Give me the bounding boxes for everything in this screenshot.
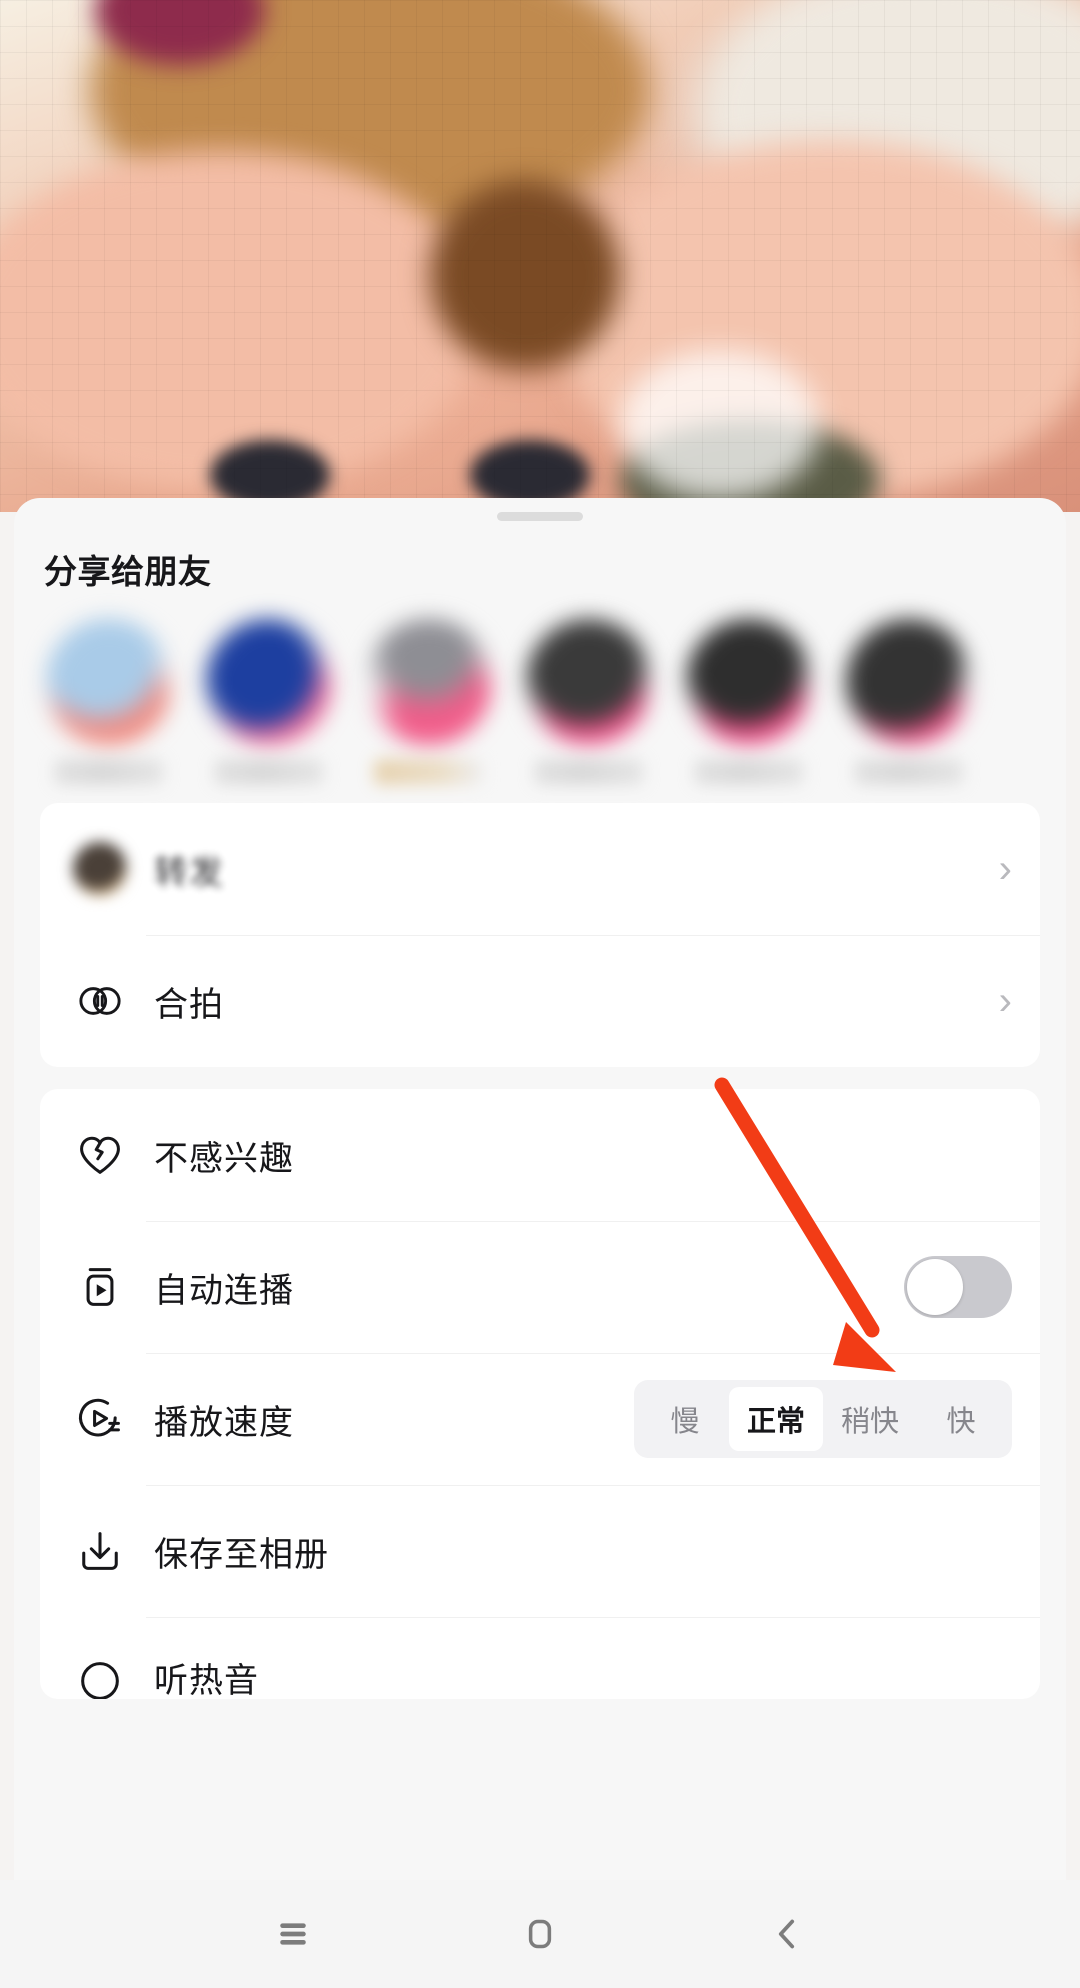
autoplay-icon bbox=[72, 1259, 128, 1315]
share-target-item[interactable] bbox=[680, 619, 818, 785]
broken-heart-icon bbox=[72, 1127, 128, 1183]
row-playback-speed[interactable]: 播放速度 慢 正常 稍快 快 bbox=[40, 1353, 1040, 1485]
chevron-right-icon: › bbox=[998, 979, 1012, 1023]
speed-option-slow[interactable]: 慢 bbox=[641, 1387, 729, 1451]
avatar-name bbox=[374, 759, 484, 785]
speed-option-faster[interactable]: 稍快 bbox=[823, 1387, 917, 1451]
avatar bbox=[526, 619, 652, 745]
avatar bbox=[686, 619, 812, 745]
speed-option-normal[interactable]: 正常 bbox=[728, 1387, 823, 1451]
avatar-name bbox=[694, 759, 804, 785]
drag-handle[interactable] bbox=[497, 512, 583, 521]
listen-icon bbox=[72, 1653, 128, 1699]
action-card-secondary: 不感兴趣 自动连播 播放速度 慢 正常 稍快 快 保存至相册 听热音 bbox=[40, 1089, 1040, 1699]
phone-screen: 分享给朋友 转发 › 合拍 › 不感兴趣 自动连播 播放速度 慢 正常 稍快 快… bbox=[0, 0, 1080, 1988]
row-label: 播放速度 bbox=[154, 1403, 294, 1442]
share-target-list[interactable] bbox=[14, 593, 1066, 803]
row-label: 保存至相册 bbox=[154, 1535, 329, 1574]
share-target-item[interactable] bbox=[520, 619, 658, 785]
avatar bbox=[46, 619, 172, 745]
menu-icon bbox=[280, 1923, 307, 1945]
share-bottom-sheet: 分享给朋友 转发 › 合拍 › 不感兴趣 自动连播 播放速度 慢 正常 稍快 快… bbox=[14, 498, 1066, 1988]
chevron-right-icon: › bbox=[998, 847, 1012, 891]
action-card-primary: 转发 › 合拍 › bbox=[40, 803, 1040, 1067]
row-not-interested[interactable]: 不感兴趣 bbox=[40, 1089, 1040, 1221]
toggle-knob bbox=[907, 1259, 963, 1315]
sheet-title: 分享给朋友 bbox=[44, 553, 212, 590]
avatar-name bbox=[854, 759, 964, 785]
row-duet[interactable]: 合拍 › bbox=[40, 935, 1040, 1067]
share-target-item[interactable] bbox=[840, 619, 978, 785]
playback-speed-segmented-control[interactable]: 慢 正常 稍快 快 bbox=[633, 1380, 1012, 1458]
speed-option-fast[interactable]: 快 bbox=[917, 1387, 1005, 1451]
avatar bbox=[206, 619, 332, 745]
row-label: 听热音 bbox=[154, 1662, 259, 1699]
recents-button[interactable] bbox=[248, 1889, 338, 1979]
row-label: 转发 bbox=[154, 853, 224, 892]
avatar-repost-icon bbox=[72, 841, 128, 897]
download-icon bbox=[72, 1523, 128, 1579]
avatar bbox=[846, 619, 972, 745]
row-listen[interactable]: 听热音 bbox=[40, 1617, 1040, 1699]
share-target-item[interactable] bbox=[200, 619, 338, 785]
share-target-item[interactable] bbox=[360, 619, 498, 785]
mosaic-grid-overlay bbox=[0, 0, 1080, 512]
back-button[interactable] bbox=[742, 1889, 832, 1979]
avatar-name bbox=[534, 759, 644, 785]
row-label: 合拍 bbox=[154, 985, 224, 1024]
home-button[interactable] bbox=[495, 1889, 585, 1979]
share-target-item[interactable] bbox=[40, 619, 178, 785]
avatar-name bbox=[214, 759, 324, 785]
row-label: 不感兴趣 bbox=[154, 1139, 294, 1178]
video-preview[interactable] bbox=[0, 0, 1080, 512]
avatar bbox=[366, 619, 492, 745]
avatar-name bbox=[54, 759, 164, 785]
row-save-to-album[interactable]: 保存至相册 bbox=[40, 1485, 1040, 1617]
chevron-left-icon bbox=[778, 1919, 794, 1949]
home-square-icon bbox=[528, 1919, 552, 1949]
row-label: 自动连播 bbox=[154, 1271, 294, 1310]
row-autoplay[interactable]: 自动连播 bbox=[40, 1221, 1040, 1353]
row-repost[interactable]: 转发 › bbox=[40, 803, 1040, 935]
android-nav-bar bbox=[0, 1880, 1080, 1988]
duet-icon bbox=[72, 973, 128, 1029]
autoplay-toggle[interactable] bbox=[904, 1256, 1012, 1318]
playback-speed-icon bbox=[72, 1391, 128, 1447]
